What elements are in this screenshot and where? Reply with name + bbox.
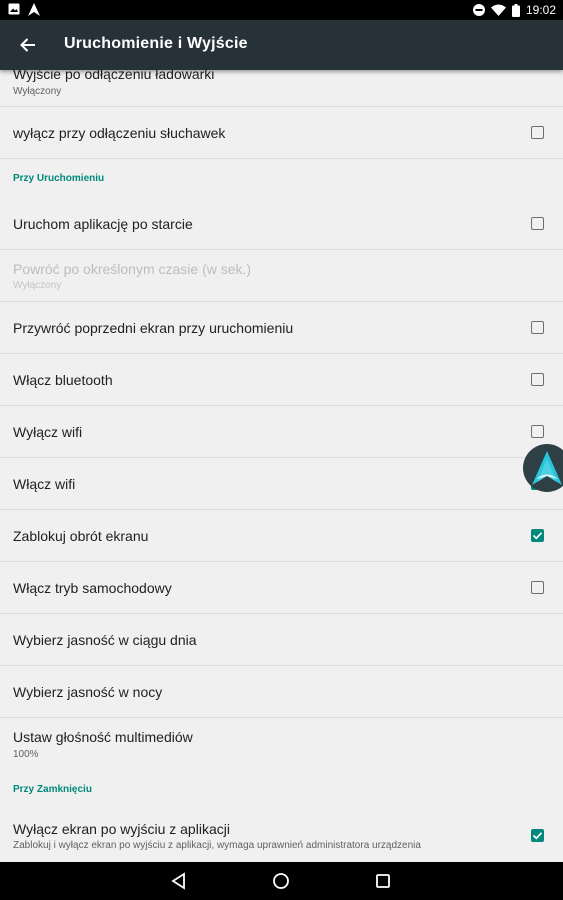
setting-summary: 100% (13, 749, 39, 760)
setting-label: Włącz wifi (13, 476, 76, 492)
setting-label: Włącz bluetooth (13, 372, 113, 388)
do-not-disturb-icon (472, 4, 485, 16)
setting-label: Uruchom aplikację po starcie (13, 216, 193, 232)
setting-label: Wybierz jasność w ciągu dnia (13, 632, 197, 648)
setting-screen-off-exit[interactable]: Wyłącz ekran po wyjściu z aplikacji Zabl… (0, 810, 563, 862)
setting-label: wyłącz przy odłączeniu słuchawek (13, 125, 226, 141)
section-header-shutdown: Przy Zamknięciu (13, 784, 92, 795)
app-bar: Uruchomienie i Wyjście (0, 20, 563, 70)
setting-media-volume[interactable]: Ustaw głośność multimediów 100% (0, 718, 563, 770)
recents-square-icon[interactable] (374, 872, 392, 890)
floating-app-button[interactable] (523, 444, 563, 492)
setting-label: Wybierz jasność w nocy (13, 684, 163, 700)
wifi-icon (490, 4, 506, 16)
arrow-back-icon[interactable] (17, 34, 39, 56)
checkbox[interactable] (531, 425, 544, 438)
setting-label: Zablokuj obrót ekranu (13, 528, 149, 544)
setting-brightness-day[interactable]: Wybierz jasność w ciągu dnia (0, 614, 563, 666)
setting-launch-after-boot[interactable]: Uruchom aplikację po starcie (0, 198, 563, 250)
navigation-bar (0, 862, 563, 900)
setting-enable-wifi[interactable]: Włącz wifi (0, 458, 563, 510)
setting-label: Włącz tryb samochodowy (13, 580, 172, 596)
home-circle-icon[interactable] (272, 872, 290, 890)
back-triangle-icon[interactable] (170, 872, 188, 890)
app-logo-icon (28, 3, 40, 16)
setting-brightness-night[interactable]: Wybierz jasność w nocy (0, 666, 563, 718)
check-icon (532, 832, 543, 840)
status-time: 19:02 (525, 3, 556, 17)
setting-label: Wyjście po odłączeniu ładowarki (13, 70, 215, 82)
setting-return-after-time: Powróć po określonym czasie (w sek.) Wył… (0, 250, 563, 302)
setting-summary: Zablokuj i wyłącz ekran po wyjściu z apl… (13, 840, 421, 851)
checkbox[interactable] (531, 529, 544, 542)
setting-label: Wyłącz ekran po wyjściu z aplikacji (13, 821, 230, 837)
checkbox[interactable] (531, 581, 544, 594)
checkbox[interactable] (531, 126, 544, 139)
checkbox[interactable] (531, 217, 544, 230)
checkbox[interactable] (531, 321, 544, 334)
setting-label: Przywróć poprzedni ekran przy uruchomien… (13, 320, 294, 336)
setting-lock-rotation[interactable]: Zablokuj obrót ekranu (0, 510, 563, 562)
setting-enable-bluetooth[interactable]: Włącz bluetooth (0, 354, 563, 406)
setting-restore-screen[interactable]: Przywróć poprzedni ekran przy uruchomien… (0, 302, 563, 354)
checkbox[interactable] (531, 829, 544, 842)
app-logo-icon (532, 451, 562, 485)
setting-car-mode[interactable]: Włącz tryb samochodowy (0, 562, 563, 614)
check-icon (532, 532, 543, 540)
setting-label: Wyłącz wifi (13, 424, 83, 440)
page-title: Uruchomienie i Wyjście (64, 35, 248, 52)
checkbox[interactable] (531, 373, 544, 386)
setting-label: Powróć po określonym czasie (w sek.) (13, 261, 252, 277)
image-icon (8, 3, 20, 15)
section-header-startup: Przy Uruchomieniu (13, 173, 105, 184)
setting-disable-wifi[interactable]: Wyłącz wifi (0, 406, 563, 458)
setting-summary: Wyłączony (13, 86, 62, 97)
setting-summary: Wyłączony (13, 280, 62, 291)
setting-turn-off-headphones[interactable]: wyłącz przy odłączeniu słuchawek (0, 107, 563, 159)
status-bar: 19:02 (0, 0, 563, 20)
setting-exit-on-charger[interactable]: Wyjście po odłączeniu ładowarki Wyłączon… (0, 70, 563, 107)
setting-label: Ustaw głośność multimediów (13, 729, 193, 745)
battery-icon (511, 3, 520, 17)
settings-list[interactable]: Wyjście po odłączeniu ładowarki Wyłączon… (0, 70, 563, 862)
